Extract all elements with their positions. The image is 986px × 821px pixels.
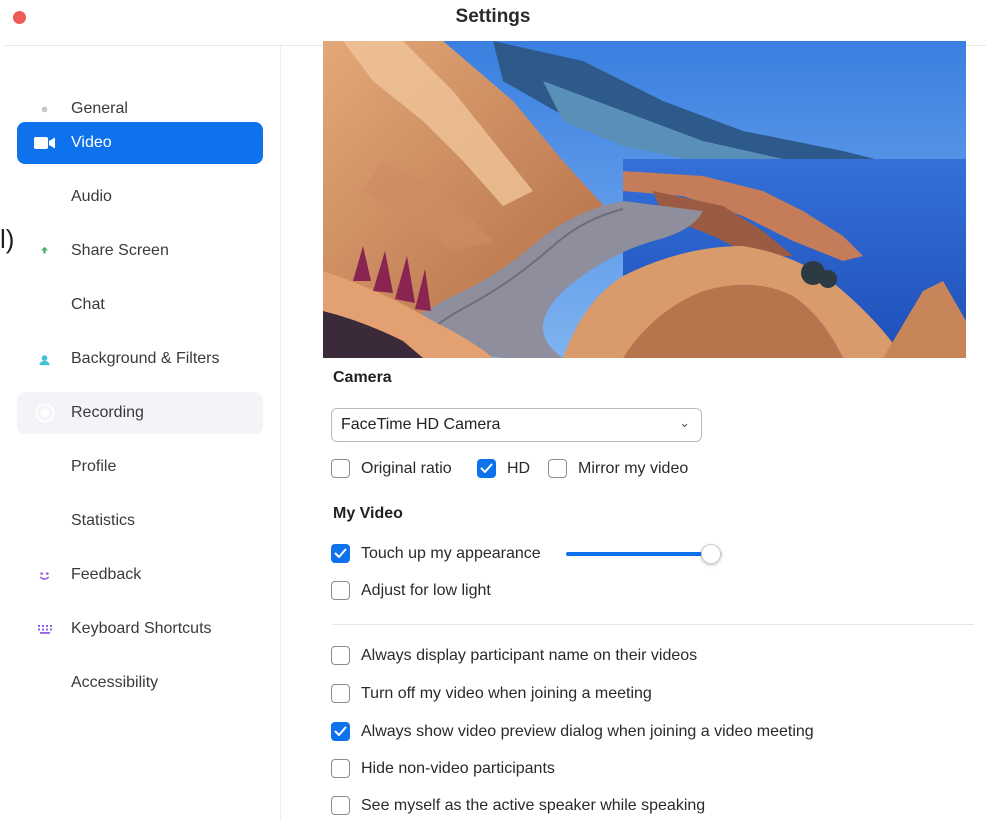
sidebar-item-profile[interactable]: Profile	[17, 446, 263, 488]
video-camera-icon	[30, 129, 59, 158]
low-light-checkbox[interactable]	[331, 581, 350, 600]
original-ratio-checkbox[interactable]	[331, 459, 350, 478]
share-screen-icon	[30, 237, 59, 266]
video-preview-dialog-option[interactable]: Always show video preview dialog when jo…	[331, 722, 814, 741]
turn-off-video-checkbox[interactable]	[331, 684, 350, 703]
active-speaker-option[interactable]: See myself as the active speaker while s…	[331, 796, 705, 815]
original-ratio-option[interactable]: Original ratio	[331, 459, 452, 478]
camera-select[interactable]: FaceTime HD Camera ⌄	[331, 408, 702, 442]
checkmark-icon	[480, 463, 493, 473]
mirror-video-option[interactable]: Mirror my video	[548, 459, 688, 478]
headphones-icon	[30, 183, 59, 212]
active-speaker-label: See myself as the active speaker while s…	[361, 796, 706, 814]
sidebar-item-audio[interactable]: Audio	[17, 176, 263, 218]
slider-thumb[interactable]	[701, 544, 721, 564]
sidebar-item-label: Recording	[71, 404, 144, 421]
record-icon	[30, 399, 59, 428]
video-preview-dialog-label: Always show video preview dialog when jo…	[361, 722, 814, 740]
sidebar-item-label: Profile	[71, 458, 117, 475]
sidebar-item-label: Share Screen	[71, 242, 169, 259]
sidebar-item-chat[interactable]: Chat	[17, 284, 263, 326]
hd-option[interactable]: HD	[477, 459, 530, 478]
active-speaker-checkbox[interactable]	[331, 796, 350, 815]
sidebar-item-background-filters[interactable]: Background & Filters	[17, 338, 263, 380]
checkmark-icon	[334, 548, 347, 558]
checkmark-icon	[334, 726, 347, 736]
sidebar-item-label: Accessibility	[71, 674, 159, 691]
sidebar-item-feedback[interactable]: Feedback	[17, 554, 263, 596]
hide-non-video-option[interactable]: Hide non-video participants	[331, 759, 555, 778]
sidebar-item-label: General	[71, 100, 128, 117]
keyboard-icon	[30, 615, 59, 644]
hide-non-video-checkbox[interactable]	[331, 759, 350, 778]
video-preview-dialog-checkbox[interactable]	[331, 722, 350, 741]
hd-checkbox[interactable]	[477, 459, 496, 478]
low-light-option[interactable]: Adjust for low light	[331, 581, 491, 600]
bar-chart-icon	[30, 507, 59, 536]
slider-fill	[566, 552, 711, 556]
mirror-video-label: Mirror my video	[578, 459, 689, 477]
sidebar-item-keyboard-shortcuts[interactable]: Keyboard Shortcuts	[17, 608, 263, 650]
display-names-option[interactable]: Always display participant name on their…	[331, 646, 697, 665]
window-title: Settings	[455, 6, 531, 27]
sidebar-item-label: Feedback	[71, 566, 142, 583]
sidebar-item-video[interactable]: Video	[17, 122, 263, 164]
profile-person-icon	[30, 453, 59, 482]
hide-non-video-label: Hide non-video participants	[361, 759, 555, 777]
touch-up-slider[interactable]	[566, 543, 722, 565]
mirror-video-checkbox[interactable]	[548, 459, 567, 478]
gear-icon	[30, 95, 59, 124]
sidebar-item-label: Keyboard Shortcuts	[71, 620, 212, 637]
original-ratio-label: Original ratio	[361, 459, 452, 477]
touch-up-checkbox[interactable]	[331, 544, 350, 563]
camera-select-value: FaceTime HD Camera	[341, 416, 501, 433]
camera-preview-image	[323, 41, 966, 358]
sidebar-divider	[280, 46, 281, 821]
hd-label: HD	[507, 459, 531, 477]
display-names-label: Always display participant name on their…	[361, 646, 698, 664]
sidebar-item-share-screen[interactable]: Share Screen	[17, 230, 263, 272]
camera-heading: Camera	[333, 369, 392, 386]
my-video-heading: My Video	[333, 505, 403, 522]
sidebar-item-label: Chat	[71, 296, 105, 313]
background-portrait-icon	[30, 345, 59, 374]
smiley-icon	[30, 561, 59, 590]
sidebar-item-statistics[interactable]: Statistics	[17, 500, 263, 542]
sidebar-item-accessibility[interactable]: Accessibility	[17, 662, 263, 704]
sidebar-item-label: Audio	[71, 188, 112, 205]
chevron-down-icon: ⌄	[679, 415, 690, 430]
sidebar-item-label: Statistics	[71, 512, 136, 529]
sidebar-item-label: Background & Filters	[71, 350, 220, 367]
display-names-checkbox[interactable]	[331, 646, 350, 665]
accessibility-icon	[30, 669, 59, 698]
settings-sidebar: General Video Audio Share Screen Chat Ba…	[0, 46, 280, 821]
sidebar-item-label: Video	[71, 134, 112, 151]
sidebar-item-recording[interactable]: Recording	[17, 392, 263, 434]
chat-bubble-icon	[30, 291, 59, 320]
low-light-label: Adjust for low light	[361, 581, 491, 599]
touch-up-option[interactable]: Touch up my appearance	[331, 544, 541, 563]
turn-off-video-option[interactable]: Turn off my video when joining a meeting	[331, 684, 652, 703]
turn-off-video-label: Turn off my video when joining a meeting	[361, 684, 652, 702]
touch-up-label: Touch up my appearance	[361, 544, 541, 562]
section-divider	[332, 624, 974, 625]
